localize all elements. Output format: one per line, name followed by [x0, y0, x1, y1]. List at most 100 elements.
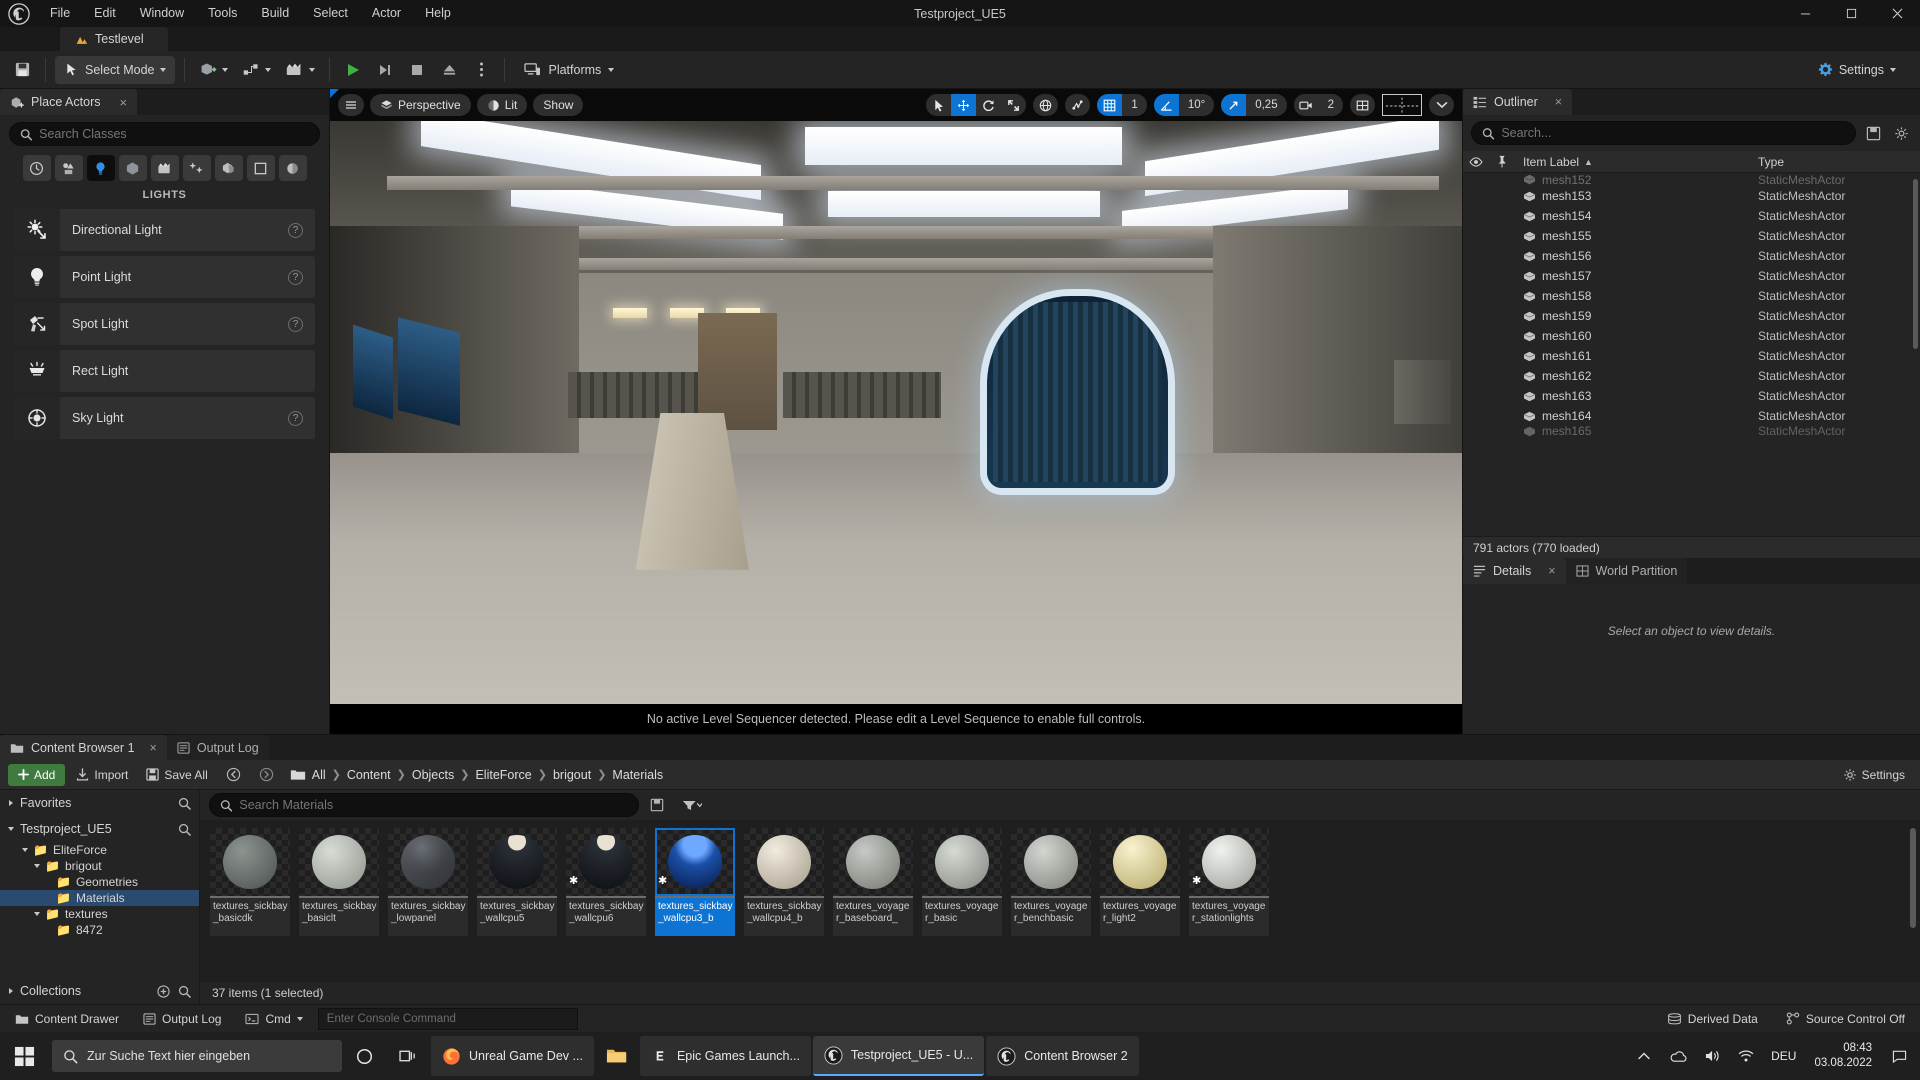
table-row[interactable]: mesh164 StaticMeshActor: [1463, 406, 1920, 426]
actor-item-sky-light[interactable]: Sky Light ?: [14, 397, 315, 439]
viewport-render-surface[interactable]: [330, 121, 1462, 704]
grid-snap-toggle[interactable]: [1097, 94, 1123, 116]
coordinate-system-button[interactable]: [1033, 94, 1059, 116]
category-cinematic[interactable]: [150, 155, 179, 181]
asset-tile[interactable]: textures_sickbay_wallcpu4_b: [744, 828, 824, 982]
breadcrumb-materials[interactable]: Materials: [612, 768, 663, 782]
outliner-search-box[interactable]: [1471, 121, 1856, 145]
category-shapes[interactable]: [118, 155, 147, 181]
asset-filter-button[interactable]: [675, 794, 709, 816]
menu-build[interactable]: Build: [249, 0, 301, 27]
table-row[interactable]: mesh162 StaticMeshActor: [1463, 366, 1920, 386]
content-drawer-button[interactable]: Content Drawer: [6, 1008, 128, 1030]
actor-item-spot-light[interactable]: Spot Light ?: [14, 303, 315, 345]
asset-tile-grid[interactable]: textures_sickbay_basicdk textures_sickba…: [200, 820, 1920, 982]
play-button[interactable]: [339, 56, 367, 84]
asset-tile[interactable]: textures_sickbay_basiclt: [299, 828, 379, 982]
import-button[interactable]: Import: [69, 764, 135, 786]
asset-tile[interactable]: ✱ textures_voyager_stationlights: [1189, 828, 1269, 982]
maximize-icon[interactable]: [1828, 0, 1874, 27]
translate-tool-button[interactable]: [951, 94, 977, 116]
asset-search-box[interactable]: [209, 793, 639, 817]
tab-world-partition[interactable]: World Partition: [1565, 558, 1688, 584]
tab-details[interactable]: Details ×: [1463, 558, 1566, 584]
asset-tile[interactable]: textures_voyager_baseboard_: [833, 828, 913, 982]
category-lights[interactable]: [86, 155, 115, 181]
tab-content-browser[interactable]: Content Browser 1 ×: [0, 735, 167, 760]
taskbar-app-epic[interactable]: Epic Games Launch...: [639, 1036, 811, 1076]
menu-help[interactable]: Help: [413, 0, 463, 27]
taskbar-app-unreal-editor[interactable]: Testproject_UE5 - U...: [812, 1036, 985, 1076]
taskbar-app-explorer[interactable]: [595, 1032, 639, 1080]
project-search-icon[interactable]: [178, 823, 191, 836]
eject-button[interactable]: [435, 56, 463, 84]
scale-snap-toggle[interactable]: [1221, 94, 1247, 116]
save-all-button[interactable]: Save All: [139, 764, 214, 786]
surface-snap-button[interactable]: [1065, 94, 1091, 116]
table-row[interactable]: mesh155 StaticMeshActor: [1463, 226, 1920, 246]
help-icon-directional-light[interactable]: ?: [288, 222, 303, 238]
table-row[interactable]: mesh163 StaticMeshActor: [1463, 386, 1920, 406]
taskbar-app-firefox[interactable]: Unreal Game Dev ...: [431, 1036, 594, 1076]
asset-tile[interactable]: textures_voyager_light2: [1100, 828, 1180, 982]
help-icon-spot-light[interactable]: ?: [288, 316, 303, 332]
menu-select[interactable]: Select: [301, 0, 360, 27]
taskbar-clock[interactable]: 08:43 03.08.2022: [1806, 1041, 1880, 1071]
actor-item-directional-light[interactable]: Directional Light ?: [14, 209, 315, 251]
category-basic[interactable]: [54, 155, 83, 181]
outliner-save-icon[interactable]: [1862, 122, 1884, 144]
cmd-dropdown-button[interactable]: Cmd: [236, 1008, 311, 1030]
category-all-classes[interactable]: [278, 155, 307, 181]
asset-tile[interactable]: textures_sickbay_basicdk: [210, 828, 290, 982]
task-view-button[interactable]: [386, 1032, 430, 1080]
camera-speed-value[interactable]: 2: [1318, 94, 1343, 116]
collections-search-icon[interactable]: [178, 985, 191, 998]
grid-snap-value[interactable]: 1: [1122, 94, 1147, 116]
viewport-perspective-button[interactable]: Perspective: [370, 94, 471, 116]
more-options-button[interactable]: [467, 56, 495, 84]
category-recently-placed[interactable]: [22, 155, 51, 181]
asset-grid-scrollbar[interactable]: [1910, 828, 1916, 928]
stop-button[interactable]: [403, 56, 431, 84]
table-row[interactable]: mesh157 StaticMeshActor: [1463, 266, 1920, 286]
onedrive-icon[interactable]: [1663, 1032, 1693, 1080]
actor-item-rect-light[interactable]: Rect Light: [14, 350, 315, 392]
skip-button[interactable]: [371, 56, 399, 84]
help-icon-point-light[interactable]: ?: [288, 269, 303, 285]
category-volumes[interactable]: [246, 155, 275, 181]
add-content-button[interactable]: Add: [8, 763, 66, 786]
tree-item-materials[interactable]: 📁 Materials: [0, 890, 199, 906]
tree-item-geometries[interactable]: 📁 Geometries: [0, 874, 199, 890]
layout-dropdown-button[interactable]: [1429, 94, 1454, 116]
tab-place-actors[interactable]: Place Actors ×: [0, 89, 138, 115]
breadcrumb-all[interactable]: All: [312, 768, 326, 782]
taskbar-search-box[interactable]: Zur Suche Text hier eingeben: [52, 1040, 342, 1072]
volume-icon-tray[interactable]: [1697, 1032, 1727, 1080]
maximize-viewport-button[interactable]: [1350, 94, 1375, 116]
favorites-search-icon[interactable]: [178, 797, 191, 810]
asset-tile-selected[interactable]: ✱ textures_sickbay_wallcpu3_b: [655, 828, 735, 982]
asset-tile[interactable]: textures_voyager_benchbasic: [1011, 828, 1091, 982]
category-visual-effects[interactable]: [182, 155, 211, 181]
help-icon-sky-light[interactable]: ?: [288, 410, 303, 426]
mode-selector[interactable]: Select Mode: [55, 55, 176, 84]
menu-tools[interactable]: Tools: [196, 0, 249, 27]
table-row[interactable]: mesh152 StaticMeshActor: [1463, 173, 1920, 186]
table-row[interactable]: mesh153 StaticMeshActor: [1463, 186, 1920, 206]
derived-data-button[interactable]: Derived Data: [1658, 1008, 1767, 1030]
asset-save-icon[interactable]: [646, 794, 668, 816]
table-row[interactable]: mesh154 StaticMeshActor: [1463, 206, 1920, 226]
table-row[interactable]: mesh161 StaticMeshActor: [1463, 346, 1920, 366]
menu-edit[interactable]: Edit: [82, 0, 128, 27]
search-classes-box[interactable]: [9, 122, 320, 146]
table-row[interactable]: mesh159 StaticMeshActor: [1463, 306, 1920, 326]
tray-expand-icon[interactable]: [1629, 1032, 1659, 1080]
console-command-input[interactable]: Enter Console Command: [317, 1007, 578, 1030]
menu-actor[interactable]: Actor: [360, 0, 413, 27]
cinematics-button[interactable]: [280, 56, 320, 84]
viewport-viewmode-button[interactable]: Lit: [476, 94, 528, 116]
close-icon-outliner[interactable]: ×: [1555, 95, 1562, 109]
column-visibility[interactable]: [1463, 156, 1489, 167]
column-item-label[interactable]: Item Label ▲: [1515, 155, 1750, 169]
taskbar-app-content-browser[interactable]: Content Browser 2: [986, 1036, 1139, 1076]
